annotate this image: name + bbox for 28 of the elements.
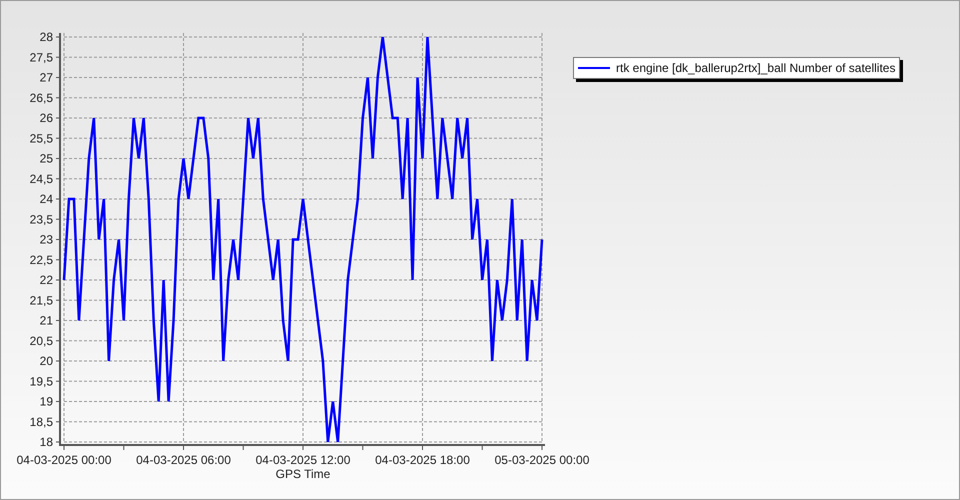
tick-label: 26 bbox=[40, 111, 53, 125]
tick-label: 18,5 bbox=[30, 414, 53, 429]
tick-label: 27 bbox=[40, 70, 53, 84]
tick-label: 27,5 bbox=[30, 50, 53, 64]
tick-label: 04-03-2025 18:00 bbox=[375, 453, 470, 467]
tick-label: 28 bbox=[40, 30, 53, 44]
tick-label: 21 bbox=[40, 314, 53, 328]
tick-label: 24 bbox=[40, 192, 53, 206]
tick-label: 26,5 bbox=[30, 90, 53, 105]
axis-title: GPS Time bbox=[276, 467, 330, 481]
tick-label: 04-03-2025 12:00 bbox=[256, 453, 350, 467]
tick-label: 24,5 bbox=[30, 172, 53, 186]
legend-label: rtk engine [dk_ballerup2rtx]_ball Number of satellites bbox=[616, 60, 896, 77]
tick-label: 23 bbox=[40, 232, 53, 246]
tick-label: 25 bbox=[40, 152, 53, 166]
tick-label: 22,5 bbox=[30, 252, 53, 267]
tick-label: 21,5 bbox=[30, 293, 53, 308]
tick-label: 19 bbox=[40, 394, 53, 408]
tick-label: 22 bbox=[40, 273, 53, 287]
tick-label: 18 bbox=[40, 435, 53, 449]
tick-label: 05-03-2025 00:00 bbox=[494, 453, 590, 467]
tick-label: 20 bbox=[40, 354, 53, 368]
tick-label: 20,5 bbox=[30, 334, 53, 348]
tick-label: 25,5 bbox=[30, 131, 53, 146]
tick-label: 19,5 bbox=[30, 374, 53, 388]
tick-label: 04-03-2025 00:00 bbox=[16, 453, 112, 467]
tick-label: 23,5 bbox=[30, 212, 53, 226]
tick-label: 04-03-2025 06:00 bbox=[136, 453, 231, 467]
